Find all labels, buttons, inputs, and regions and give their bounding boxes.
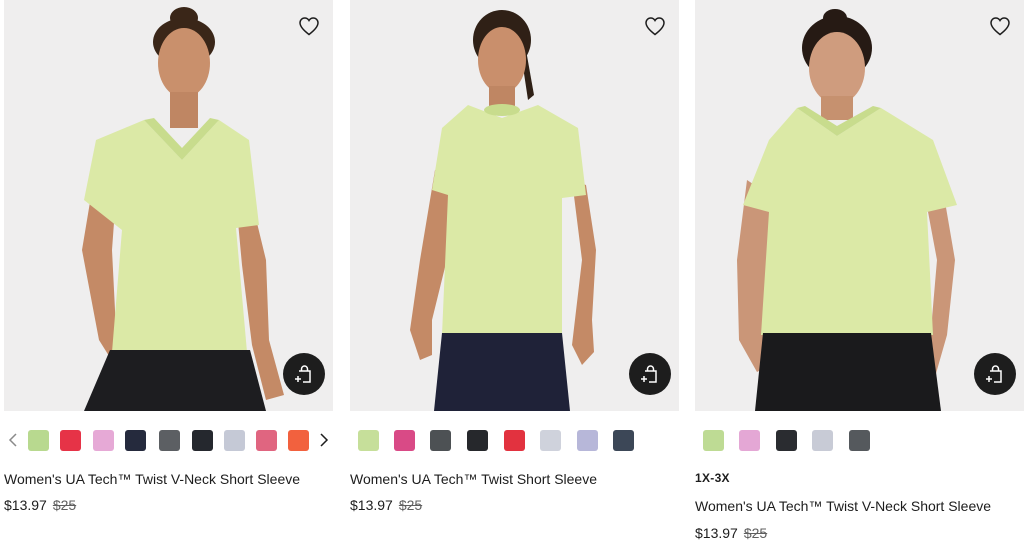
color-swatch[interactable] [159,430,180,451]
product-card[interactable]: 1X-3X Women's UA Tech™ Twist V-Neck Shor… [695,0,1024,541]
product-image[interactable] [350,0,679,411]
bag-plus-icon [295,365,311,383]
product-title[interactable]: Women's UA Tech™ Twist V-Neck Short Slee… [695,498,991,514]
model-photo [4,0,333,411]
favorite-button[interactable] [643,14,667,38]
swatch-prev-button[interactable] [6,430,20,450]
color-swatch[interactable] [125,430,146,451]
favorite-button[interactable] [988,14,1012,38]
heart-icon [645,17,665,36]
sale-price: $13.97 [350,497,393,513]
color-swatch[interactable] [394,430,415,451]
color-swatch[interactable] [256,430,277,451]
color-swatch[interactable] [577,430,598,451]
color-swatch[interactable] [812,430,833,451]
model-photo [695,0,1024,411]
color-swatch[interactable] [288,430,309,451]
heart-icon [299,17,319,36]
product-image[interactable] [695,0,1024,411]
sale-price: $13.97 [4,497,47,513]
chevron-right-icon [320,433,329,447]
quick-add-button[interactable] [974,353,1016,395]
color-swatch[interactable] [430,430,451,451]
color-swatches [350,428,679,452]
color-swatch[interactable] [93,430,114,451]
product-price: $13.97 $25 [4,497,76,513]
product-card[interactable]: Women's UA Tech™ Twist V-Neck Short Slee… [4,0,333,513]
color-swatch[interactable] [739,430,760,451]
heart-icon [990,17,1010,36]
sale-price: $13.97 [695,525,738,541]
color-swatch[interactable] [60,430,81,451]
color-swatches [695,428,1024,452]
swatch-next-button[interactable] [317,430,331,450]
quick-add-button[interactable] [629,353,671,395]
color-swatch[interactable] [467,430,488,451]
bag-plus-icon [641,365,657,383]
original-price: $25 [398,497,423,513]
color-swatch[interactable] [540,430,561,451]
chevron-left-icon [8,433,17,447]
product-title[interactable]: Women's UA Tech™ Twist V-Neck Short Slee… [4,471,300,487]
color-swatch[interactable] [192,430,213,451]
bag-plus-icon [986,365,1002,383]
product-card[interactable]: Women's UA Tech™ Twist Short Sleeve $13.… [350,0,679,513]
color-swatch[interactable] [613,430,634,451]
size-range-tag: 1X-3X [695,471,730,485]
product-image[interactable] [4,0,333,411]
quick-add-button[interactable] [283,353,325,395]
product-title[interactable]: Women's UA Tech™ Twist Short Sleeve [350,471,597,487]
color-swatch[interactable] [358,430,379,451]
color-swatch[interactable] [224,430,245,451]
color-swatch[interactable] [776,430,797,451]
product-price: $13.97 $25 [350,497,422,513]
color-swatches [4,428,333,452]
color-swatch[interactable] [28,430,49,451]
original-price: $25 [743,525,768,541]
favorite-button[interactable] [297,14,321,38]
color-swatch[interactable] [849,430,870,451]
color-swatch[interactable] [703,430,724,451]
product-price: $13.97 $25 [695,525,767,541]
original-price: $25 [52,497,77,513]
color-swatch[interactable] [504,430,525,451]
model-photo [350,0,679,411]
